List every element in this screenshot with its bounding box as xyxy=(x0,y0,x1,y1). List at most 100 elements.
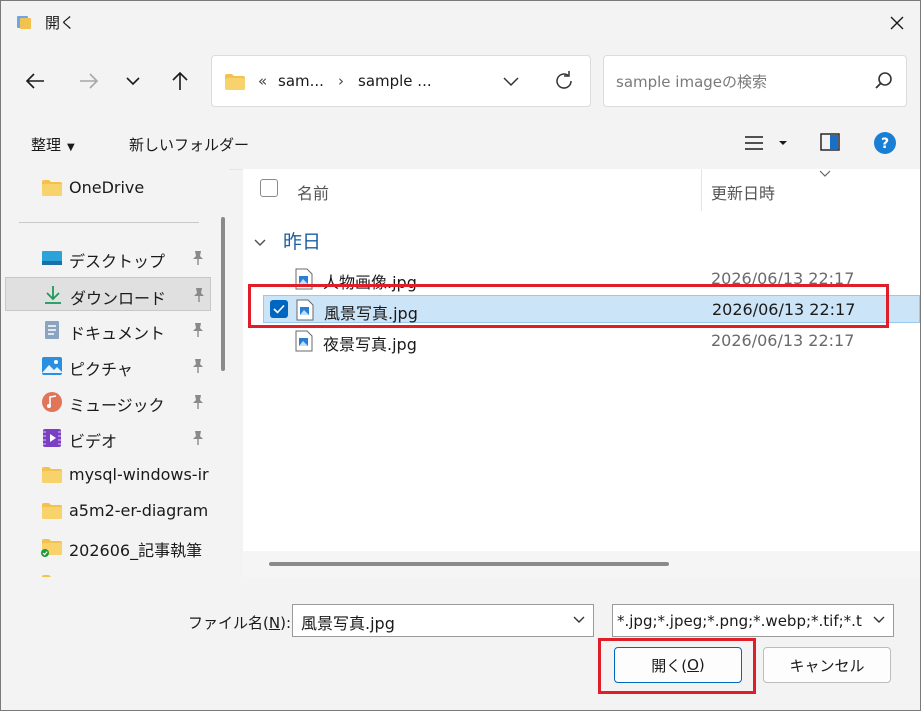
preview-pane-icon xyxy=(820,133,840,151)
file-date: 2026/06/13 22:17 xyxy=(711,331,855,350)
sidebar-divider xyxy=(19,222,199,223)
highlight-open-button xyxy=(598,638,756,694)
folder-icon xyxy=(42,467,62,483)
back-button[interactable] xyxy=(17,63,53,99)
forward-button[interactable] xyxy=(71,63,107,99)
navigation-pane: OneDrive デスクトップ ダウンロード ドキュメント ピクチャ ミュージッ… xyxy=(1,169,229,577)
breadcrumb-separator[interactable]: › xyxy=(338,72,344,90)
folder-icon xyxy=(42,503,62,519)
sidebar-item-downloads[interactable]: ダウンロード xyxy=(5,277,211,311)
pin-icon xyxy=(193,323,203,337)
file-name: 夜景写真.jpg xyxy=(323,335,417,354)
filename-combobox[interactable] xyxy=(292,604,594,637)
new-folder-button[interactable]: 新しいフォルダー xyxy=(129,134,249,155)
sidebar-item-label: a5m2-er-diagram xyxy=(69,501,209,520)
sidebar-item-label: ミュージック xyxy=(69,396,165,415)
sidebar-item-label: ダウンロード xyxy=(70,289,167,308)
filename-label: ファイル名(N): xyxy=(188,614,291,632)
sidebar-item-label: ビデオ xyxy=(69,432,118,451)
sort-chevron-icon xyxy=(819,170,831,177)
document-icon xyxy=(45,321,59,339)
sidebar-item-label: デスクトップ xyxy=(69,252,166,271)
sidebar-item-desktop[interactable]: デスクトップ xyxy=(5,241,211,275)
folder-icon xyxy=(225,74,245,90)
open-file-dialog: 開く « sam... › sample ... sample imageの検索… xyxy=(0,0,921,711)
arrow-right-icon xyxy=(80,73,99,89)
pin-icon xyxy=(193,359,203,373)
sidebar-item-label: ピクチャ xyxy=(69,360,133,379)
breadcrumb-overflow[interactable]: « xyxy=(258,72,267,90)
sidebar-item-folder[interactable]: a5m2-er-diagram xyxy=(5,494,211,528)
group-label: 昨日 xyxy=(283,231,322,253)
chevron-down-icon xyxy=(873,616,885,623)
horizontal-scrollbar[interactable] xyxy=(269,562,669,566)
sidebar-item-label: mysql-windows-ir xyxy=(69,465,209,484)
pin-icon xyxy=(194,288,204,302)
up-button[interactable] xyxy=(162,63,198,99)
chevron-down-icon[interactable] xyxy=(572,614,586,626)
pin-icon xyxy=(193,251,203,265)
column-divider[interactable] xyxy=(701,169,702,211)
download-icon xyxy=(45,286,61,304)
filename-input[interactable] xyxy=(299,611,563,633)
sidebar-item-music[interactable]: ミュージック xyxy=(5,385,211,419)
sidebar-item-label: 202606_記事執筆 xyxy=(69,541,203,560)
column-header-date[interactable]: 更新日時 xyxy=(711,180,775,204)
sidebar-item-folder[interactable]: 202606_記事執筆 xyxy=(5,530,211,564)
pin-icon xyxy=(193,431,203,445)
help-button[interactable]: ? xyxy=(873,131,897,159)
window-title: 開く xyxy=(45,14,76,32)
music-icon xyxy=(42,392,62,412)
refresh-icon[interactable] xyxy=(552,69,576,93)
sidebar-item-folder[interactable]: mysql-windows-ir xyxy=(5,458,211,492)
close-icon xyxy=(890,16,904,30)
sidebar-item-documents[interactable]: ドキュメント xyxy=(5,313,211,347)
preview-pane-button[interactable] xyxy=(819,132,841,156)
close-button[interactable] xyxy=(874,1,920,45)
sidebar-item-pictures[interactable]: ピクチャ xyxy=(5,349,211,383)
organize-label: 整理 xyxy=(31,136,62,154)
image-file-icon xyxy=(295,330,313,352)
group-header[interactable]: 昨日 xyxy=(253,227,321,254)
search-input[interactable] xyxy=(614,70,868,94)
recent-locations-button[interactable] xyxy=(115,63,151,99)
arrow-left-icon xyxy=(25,73,44,89)
breadcrumb-item[interactable]: sample ... xyxy=(358,72,432,90)
sidebar-item-label: ドキュメント xyxy=(69,324,166,343)
pin-icon xyxy=(193,395,203,409)
sidebar-item-folder[interactable] xyxy=(5,566,211,577)
navigation-row: « sam... › sample ... xyxy=(1,45,920,119)
sidebar-item-videos[interactable]: ビデオ xyxy=(5,421,211,455)
arrow-up-icon xyxy=(172,71,188,90)
video-icon xyxy=(43,429,61,447)
svg-text:?: ? xyxy=(881,136,889,152)
view-options-button[interactable] xyxy=(743,133,793,157)
address-bar[interactable]: « sam... › sample ... xyxy=(211,55,591,107)
command-bar: 整理 ▼ 新しいフォルダー ? xyxy=(1,119,920,170)
organize-button[interactable]: 整理 ▼ xyxy=(31,134,75,155)
chevron-down-icon[interactable] xyxy=(502,70,520,92)
filetype-value: *.jpg;*.jpeg;*.png;*.webp;*.tif;*.t xyxy=(617,612,862,630)
chevron-down-icon xyxy=(253,231,273,253)
select-all-checkbox[interactable] xyxy=(260,179,278,197)
folder-synced-icon xyxy=(41,539,62,557)
sidebar-scrollbar[interactable] xyxy=(221,217,225,371)
desktop-icon xyxy=(42,251,62,265)
search-icon[interactable] xyxy=(874,71,894,91)
file-row[interactable]: 夜景写真.jpg 2026/06/13 22:17 xyxy=(263,327,920,355)
filetype-select[interactable]: *.jpg;*.jpeg;*.png;*.webp;*.tif;*.t xyxy=(612,604,894,637)
app-icon xyxy=(17,16,31,29)
caret-down-icon: ▼ xyxy=(67,142,75,153)
breadcrumb-item[interactable]: sam... xyxy=(278,72,324,90)
help-icon: ? xyxy=(874,132,896,154)
sidebar-item-onedrive[interactable]: OneDrive xyxy=(5,171,211,205)
file-list: 名前 更新日時 昨日 人物画像.jpg 2026/06/13 22:17 風景写… xyxy=(243,169,920,577)
column-header-name[interactable]: 名前 xyxy=(297,180,329,204)
search-box[interactable] xyxy=(603,55,907,107)
folder-icon xyxy=(42,575,60,577)
sidebar-item-label: OneDrive xyxy=(69,178,145,197)
cancel-button[interactable]: キャンセル xyxy=(763,647,891,683)
list-view-icon xyxy=(745,136,787,150)
chevron-down-icon xyxy=(126,77,140,86)
folder-icon xyxy=(42,180,62,196)
